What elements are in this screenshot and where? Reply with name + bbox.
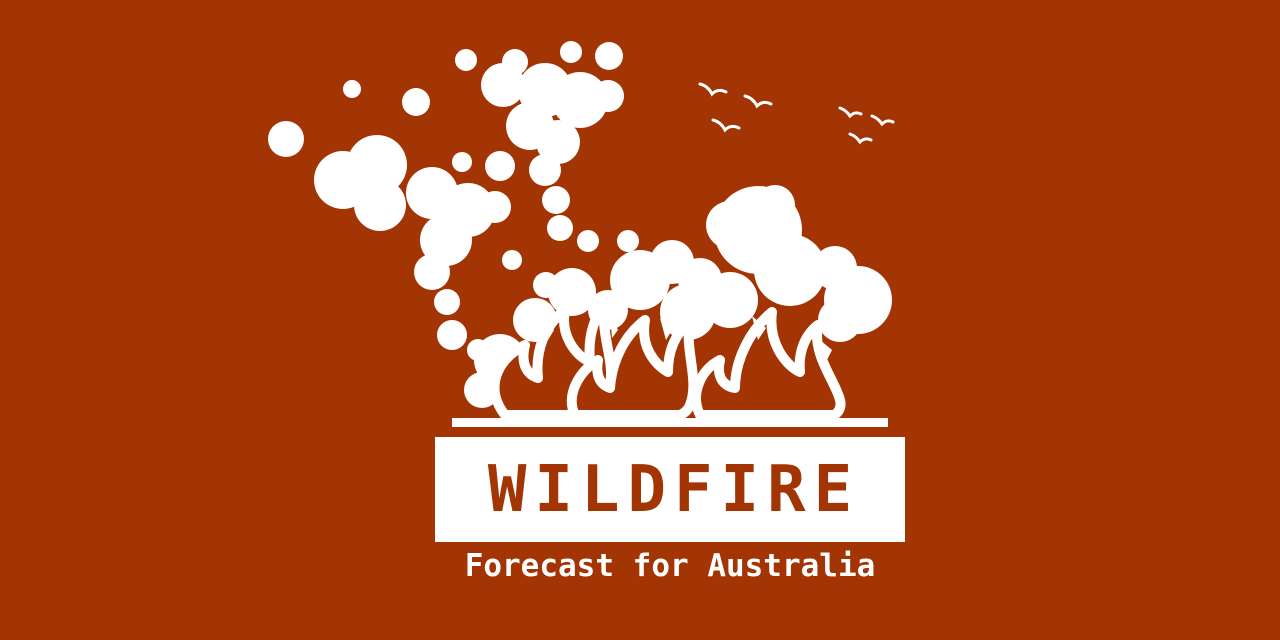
wildfire-illustration [268, 41, 895, 427]
birds-icon [698, 82, 895, 145]
logo-title: WILDFIRE [487, 452, 861, 527]
logo-subtitle: Forecast for Australia [464, 548, 876, 584]
title-banner: WILDFIRE [435, 437, 905, 542]
